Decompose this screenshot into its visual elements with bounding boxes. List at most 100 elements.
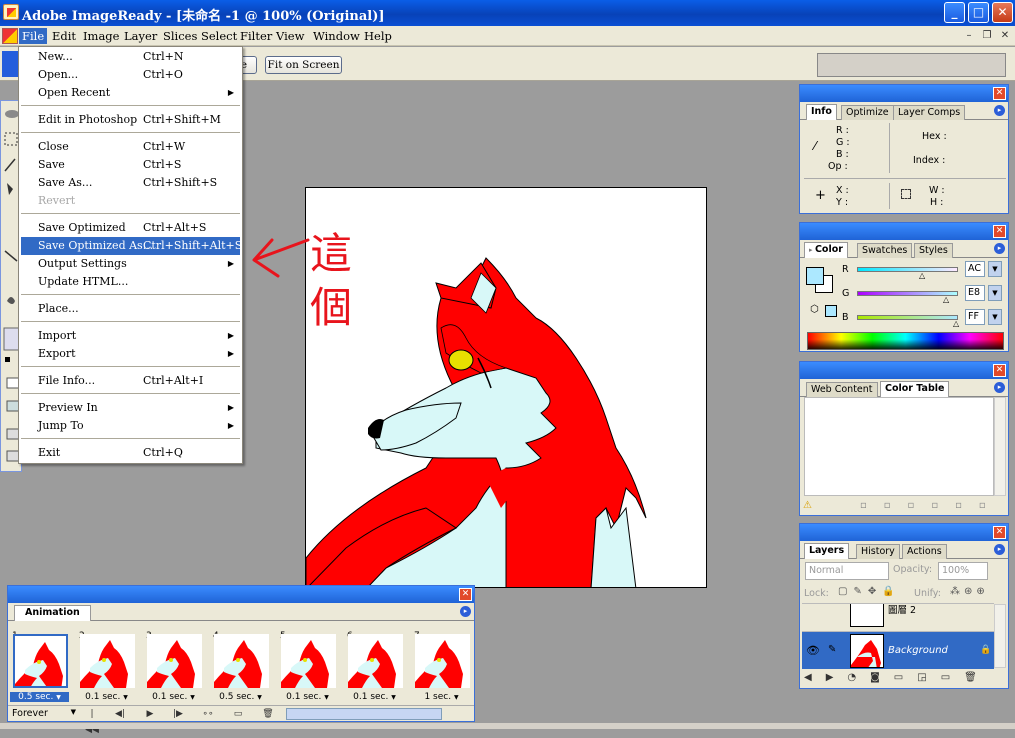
loop-select[interactable]: Forever ▼ — [12, 708, 76, 719]
frame-delay[interactable]: 0.1 sec. ▼ — [345, 692, 404, 702]
frame-delay[interactable]: 0.1 sec. ▼ — [77, 692, 136, 702]
file-menu-item-edit-in-photoshop[interactable]: Edit in Photoshop Ctrl+Shift+M — [21, 111, 240, 129]
tween-icon[interactable]: ∘∘ — [200, 706, 216, 722]
animation-frame-6[interactable]: 60.1 sec. ▼ — [345, 630, 404, 708]
menu-slices[interactable]: Slices — [160, 28, 200, 44]
prev-frame-icon[interactable]: ◀| — [112, 706, 128, 722]
panel-close-button[interactable]: ✕ — [993, 225, 1006, 238]
tool-preset-icon[interactable] — [2, 51, 18, 77]
panel-titlebar[interactable] — [800, 223, 1008, 240]
blue-slider[interactable] — [857, 315, 958, 320]
file-menu-item-open[interactable]: Open... Ctrl+O — [21, 66, 240, 84]
panel-menu-button[interactable]: ▸ — [994, 544, 1005, 555]
file-menu-item-output-settings[interactable]: Output Settings ▶ — [21, 255, 240, 273]
file-menu-item-place[interactable]: Place... — [21, 300, 240, 318]
app-icon[interactable] — [3, 4, 19, 20]
animation-frame-3[interactable]: 30.1 sec. ▼ — [144, 630, 203, 708]
layers-scrollbar[interactable] — [994, 604, 1006, 668]
foreground-color-swatch[interactable] — [806, 267, 824, 285]
frame-delay[interactable]: 0.5 sec. ▼ — [10, 692, 69, 702]
red-value[interactable]: AC — [965, 261, 985, 277]
file-menu-item-close[interactable]: Close Ctrl+W — [21, 138, 240, 156]
tab-layers[interactable]: Layers — [804, 543, 850, 559]
file-menu-item-save[interactable]: Save Ctrl+S — [21, 156, 240, 174]
blue-value[interactable]: FF — [965, 309, 985, 325]
animation-frame-1[interactable]: 10.5 sec. ▼ — [10, 630, 69, 708]
layers-footer-icons[interactable]: ◀▶◔◙▭◲▭🗑 — [804, 672, 991, 683]
tab-history[interactable]: History — [856, 544, 900, 559]
blend-mode-select[interactable]: Normal — [805, 562, 889, 580]
menu-help[interactable]: Help — [361, 28, 395, 44]
tab-web-content[interactable]: Web Content — [806, 382, 878, 397]
tab-styles[interactable]: Styles — [914, 243, 953, 258]
tab-animation[interactable]: Animation — [14, 605, 91, 621]
eye-icon[interactable]: 👁 — [806, 644, 820, 657]
panel-close-button[interactable]: ✕ — [459, 588, 472, 601]
panel-close-button[interactable]: ✕ — [993, 87, 1006, 100]
document-icon[interactable] — [2, 28, 18, 44]
file-menu-item-update-html[interactable]: Update HTML... — [21, 273, 240, 291]
panel-menu-button[interactable]: ▸ — [460, 606, 471, 617]
tab-optimize[interactable]: Optimize — [841, 105, 894, 120]
file-menu-item-save-optimized-as[interactable]: Save Optimized As... Ctrl+Shift+Alt+S — [21, 237, 242, 255]
menu-layer[interactable]: Layer — [121, 28, 160, 44]
menu-window[interactable]: Window — [310, 28, 363, 44]
green-value[interactable]: E8 — [965, 285, 985, 301]
tab-color[interactable]: ▸ Color — [804, 242, 848, 258]
animation-frame-7[interactable]: 71 sec. ▼ — [412, 630, 471, 708]
unify-icons[interactable]: ⁂⊛⊕ — [950, 586, 989, 597]
animation-frame-2[interactable]: 20.1 sec. ▼ — [77, 630, 136, 708]
menu-image[interactable]: Image — [80, 28, 122, 44]
animation-frame-4[interactable]: 40.5 sec. ▼ — [211, 630, 270, 708]
next-frame-icon[interactable]: |▶ — [170, 706, 186, 722]
panel-titlebar[interactable] — [800, 524, 1008, 541]
minimize-button[interactable]: _ — [944, 2, 965, 23]
tab-swatches[interactable]: Swatches — [857, 243, 913, 258]
tab-layer-comps[interactable]: Layer Comps — [893, 105, 966, 120]
fit-on-screen-button[interactable]: Fit on Screen — [265, 56, 342, 74]
green-dropdown[interactable]: ▼ — [988, 285, 1002, 301]
frame-delay[interactable]: 0.1 sec. ▼ — [144, 692, 203, 702]
blue-dropdown[interactable]: ▼ — [988, 309, 1002, 325]
animation-frame-5[interactable]: 50.1 sec. ▼ — [278, 630, 337, 708]
panel-titlebar[interactable] — [800, 85, 1008, 102]
frame-delay[interactable]: 0.5 sec. ▼ — [211, 692, 270, 702]
delete-frame-icon[interactable]: 🗑 — [260, 706, 276, 722]
web-color-swatch[interactable] — [825, 305, 837, 317]
red-slider-thumb[interactable]: △ — [919, 271, 925, 280]
file-menu-item-jump-to[interactable]: Jump To ▶ — [21, 417, 240, 435]
panel-titlebar[interactable] — [8, 586, 474, 603]
tab-actions[interactable]: Actions — [902, 544, 947, 559]
opacity-input[interactable]: 100% — [938, 562, 988, 580]
doc-restore-icon[interactable]: ❐ — [980, 29, 994, 42]
panel-close-button[interactable]: ✕ — [993, 526, 1006, 539]
frame-delay[interactable]: 1 sec. ▼ — [412, 692, 471, 702]
cube-icon[interactable]: ⬡ — [810, 304, 819, 315]
close-window-button[interactable]: ✕ — [992, 2, 1013, 23]
doc-close-icon[interactable]: ✕ — [998, 29, 1012, 42]
file-menu-item-preview-in[interactable]: Preview In ▶ — [21, 399, 240, 417]
file-menu-item-new[interactable]: New... Ctrl+N — [21, 48, 240, 66]
red-dropdown[interactable]: ▼ — [988, 261, 1002, 277]
frames-scrollbar[interactable] — [286, 708, 442, 720]
menu-file[interactable]: File — [19, 28, 48, 44]
menu-view[interactable]: View — [273, 28, 307, 44]
file-menu-item-save-optimized[interactable]: Save Optimized Ctrl+Alt+S — [21, 219, 240, 237]
file-menu-item-open-recent[interactable]: Open Recent ▶ — [21, 84, 240, 102]
first-frame-icon[interactable]: |◀◀ — [84, 706, 100, 735]
panel-titlebar[interactable] — [800, 362, 1008, 379]
color-table-footer-icons[interactable]: ▫▫▫▫▫▫ — [860, 500, 1003, 511]
red-slider[interactable] — [857, 267, 958, 272]
menu-filter[interactable]: Filter — [237, 28, 275, 44]
panel-menu-button[interactable]: ▸ — [994, 243, 1005, 254]
green-slider-thumb[interactable]: △ — [943, 295, 949, 304]
panel-menu-button[interactable]: ▸ — [994, 105, 1005, 116]
file-menu-item-save-as[interactable]: Save As... Ctrl+Shift+S — [21, 174, 240, 192]
blue-slider-thumb[interactable]: △ — [953, 319, 959, 328]
menu-select[interactable]: Select — [198, 28, 240, 44]
file-menu-item-export[interactable]: Export ▶ — [21, 345, 240, 363]
file-menu-item-exit[interactable]: Exit Ctrl+Q — [21, 444, 240, 462]
tab-info[interactable]: Info — [806, 104, 837, 120]
panel-close-button[interactable]: ✕ — [993, 364, 1006, 377]
layer-row-background[interactable]: 👁 ✎ Background 🔒 — [802, 631, 994, 669]
